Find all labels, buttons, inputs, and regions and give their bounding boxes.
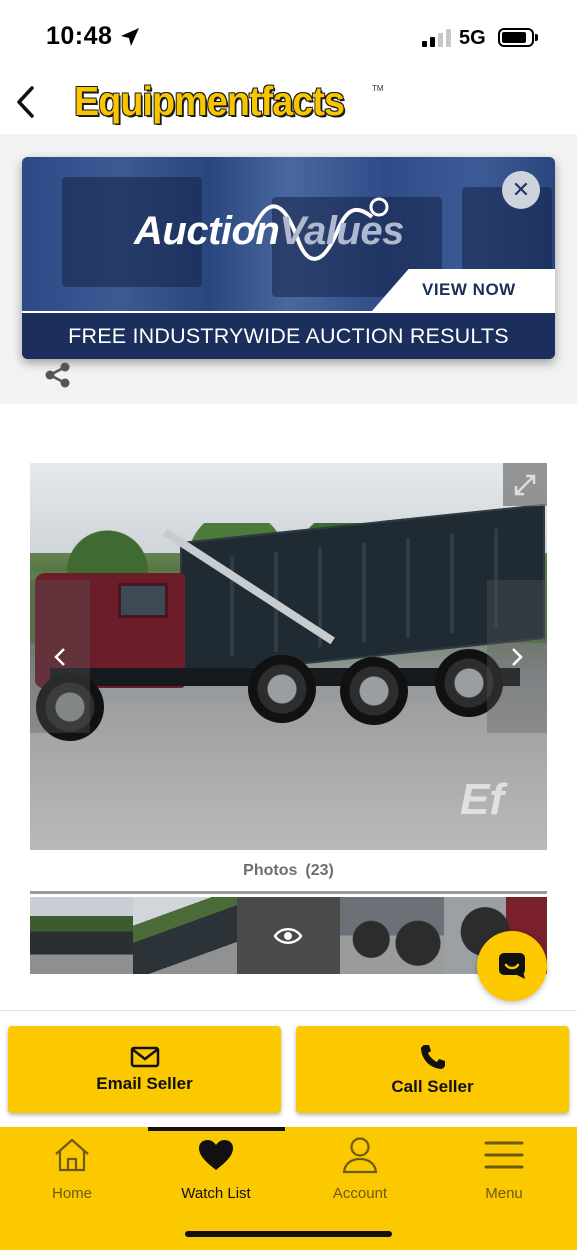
tab-home[interactable]: Home	[0, 1135, 144, 1205]
tab-menu-label: Menu	[485, 1185, 523, 1202]
ad-footer-text: FREE INDUSTRYWIDE AUCTION RESULTS	[22, 311, 555, 359]
next-photo-button[interactable]	[487, 580, 547, 733]
tab-menu[interactable]: Menu	[432, 1135, 576, 1205]
signal-strength-icon	[422, 28, 451, 47]
chevron-right-icon	[512, 647, 523, 666]
status-bar: 10:48 5G	[0, 0, 577, 72]
close-icon: ✕	[511, 177, 531, 202]
home-icon	[55, 1138, 89, 1172]
tab-watch-list[interactable]: Watch List	[144, 1135, 288, 1205]
ad-banner[interactable]: AuctionValues ✕ VIEW NOW FREE INDUSTRYWI…	[22, 157, 555, 359]
phone-icon	[420, 1044, 445, 1069]
thumbnail-image[interactable]	[30, 897, 134, 974]
photos-count: (23)	[305, 862, 334, 879]
mail-icon	[130, 1046, 159, 1067]
heart-icon	[199, 1140, 233, 1170]
thumbnail-image-selected[interactable]	[236, 897, 341, 974]
ad-logo-text: AuctionValues	[134, 209, 404, 253]
home-indicator	[185, 1231, 392, 1237]
thumbnail-image[interactable]	[133, 897, 237, 974]
ad-close-button[interactable]: ✕	[502, 171, 540, 209]
previous-photo-button[interactable]	[30, 580, 90, 733]
brand-logo[interactable]: Equipmentfacts	[74, 78, 345, 125]
active-tab-indicator	[148, 1127, 285, 1131]
photo-watermark: Ef	[460, 775, 504, 824]
call-seller-button[interactable]: Call Seller	[296, 1026, 569, 1113]
eye-icon	[273, 927, 303, 944]
chat-icon	[499, 953, 525, 979]
status-time: 10:48	[46, 22, 113, 50]
tab-account-label: Account	[332, 1185, 388, 1202]
photos-caption: Photos (23)	[0, 862, 577, 880]
photos-label: Photos	[243, 862, 298, 879]
back-button[interactable]	[8, 80, 42, 124]
brand-trademark: TM	[372, 84, 384, 93]
tab-account[interactable]: Account	[288, 1135, 432, 1205]
app-header: Equipmentfacts TM	[0, 72, 577, 134]
chevron-left-icon	[54, 647, 65, 666]
share-icon[interactable]	[44, 362, 72, 388]
person-icon	[342, 1137, 378, 1174]
contact-action-bar: Email Seller Call Seller	[0, 1010, 577, 1127]
chat-button[interactable]	[477, 931, 547, 1001]
battery-icon	[498, 28, 534, 47]
chevron-left-icon	[17, 86, 34, 118]
ad-view-now-label: VIEW NOW	[422, 280, 516, 299]
call-seller-label: Call Seller	[391, 1076, 474, 1096]
email-seller-label: Email Seller	[96, 1073, 193, 1093]
listing-main-photo[interactable]: Ef	[30, 463, 547, 850]
thumbnail-divider	[30, 891, 547, 894]
expand-icon	[514, 474, 536, 495]
network-type: 5G	[459, 27, 486, 49]
thumbnail-image[interactable]	[340, 897, 444, 974]
hamburger-icon	[484, 1141, 524, 1169]
expand-photo-button[interactable]	[503, 463, 547, 506]
tab-watch-list-label: Watch List	[181, 1185, 251, 1202]
thumbnail-strip[interactable]	[30, 897, 547, 974]
email-seller-button[interactable]: Email Seller	[8, 1026, 281, 1113]
tab-home-label: Home	[51, 1185, 92, 1202]
location-arrow-icon	[121, 28, 139, 46]
